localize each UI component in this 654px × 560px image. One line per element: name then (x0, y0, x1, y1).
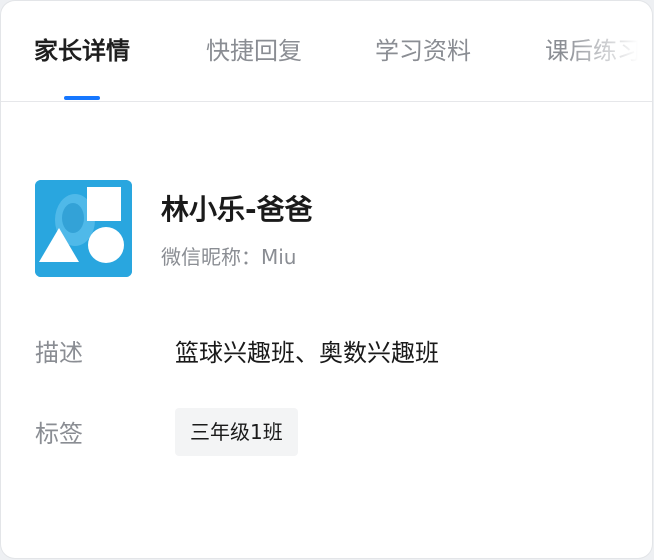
parent-name: 林小乐-爸爸 (161, 193, 313, 226)
tab-bar: 家长详情 快捷回复 学习资料 课后练习 (1, 1, 652, 102)
description-label: 描述 (35, 339, 83, 367)
active-tab-indicator (64, 96, 100, 100)
tab-quick-reply[interactable]: 快捷回复 (206, 35, 302, 67)
description-value: 篮球兴趣班、奥数兴趣班 (175, 339, 439, 367)
tab-study-materials[interactable]: 学习资料 (375, 35, 471, 67)
avatar[interactable] (35, 180, 132, 277)
tag-chip[interactable]: 三年级1班 (175, 408, 298, 456)
avatar-shapes-icon (35, 180, 132, 277)
tab-homework[interactable]: 课后练习 (545, 35, 641, 67)
tags-label: 标签 (35, 420, 83, 448)
parent-detail-card: 家长详情 快捷回复 学习资料 课后练习 林小乐-爸爸 微信昵称：Miu 描述 篮… (1, 1, 652, 558)
wechat-nickname: 微信昵称：Miu (161, 245, 297, 269)
tab-parent-details[interactable]: 家长详情 (34, 35, 130, 67)
